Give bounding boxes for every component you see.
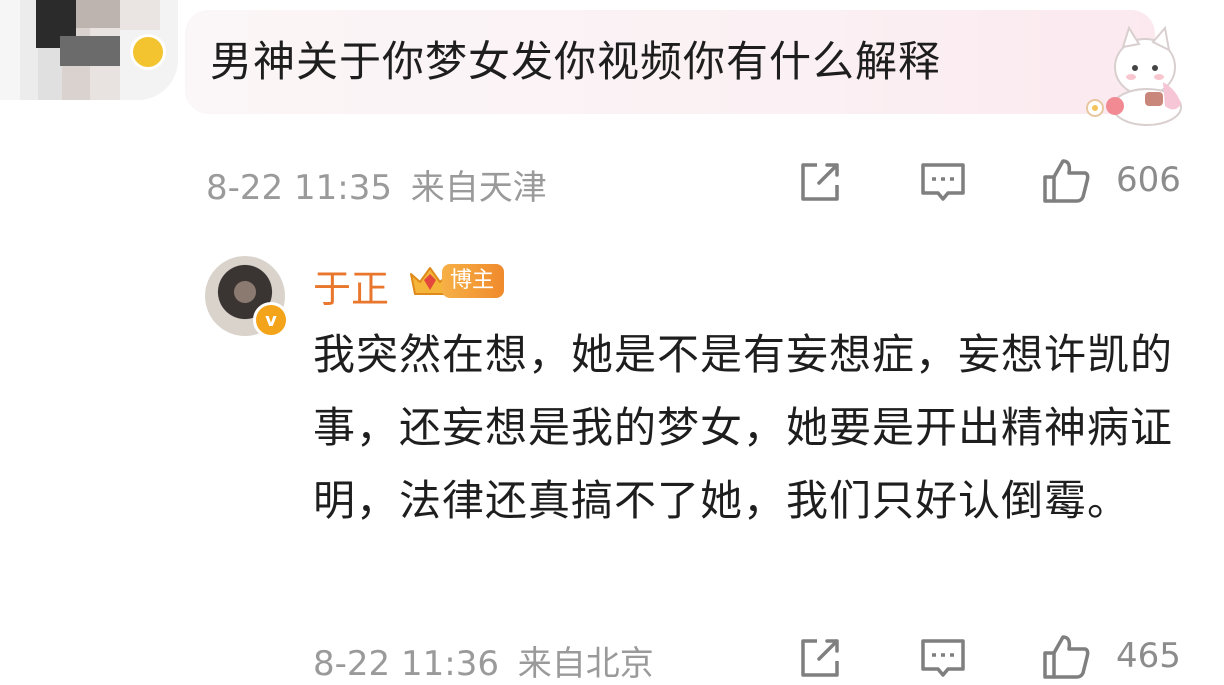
like-count: 465 [1116, 636, 1181, 676]
comment-location: 来自天津 [410, 168, 547, 208]
verified-badge-icon [130, 34, 166, 70]
like-count: 606 [1116, 160, 1181, 200]
comment-datetime: 8-22 11:35 [206, 168, 392, 208]
share-icon[interactable] [795, 157, 845, 207]
cat-sticker-icon [1086, 25, 1182, 126]
commenter-avatar[interactable] [0, 0, 178, 100]
share-icon[interactable] [795, 633, 845, 683]
comment-meta: 8-22 11:35 来自天津 [206, 160, 547, 209]
comment-icon[interactable] [918, 157, 968, 207]
reply-datetime: 8-22 11:36 [313, 644, 499, 684]
reply-meta: 8-22 11:36 来自北京 [313, 636, 654, 685]
reply-location: 来自北京 [517, 644, 654, 684]
comment-icon[interactable] [918, 633, 968, 683]
blogger-badge: 博主 [408, 262, 505, 300]
reply-avatar[interactable]: v [205, 256, 289, 338]
verified-v-icon: v [253, 302, 289, 338]
reply-text: 我突然在想，她是不是有妄想症，妄想许凯的事，还妄想是我的梦女，她要是开出精神病证… [313, 330, 1174, 525]
reply-username[interactable]: 于正 [313, 258, 389, 313]
thumbs-up-icon[interactable] [1041, 631, 1091, 681]
blogger-badge-label: 博主 [442, 264, 505, 298]
thumbs-up-icon[interactable] [1041, 155, 1091, 205]
comment-text: 男神关于你梦女发你视频你有什么解释 [210, 37, 942, 86]
